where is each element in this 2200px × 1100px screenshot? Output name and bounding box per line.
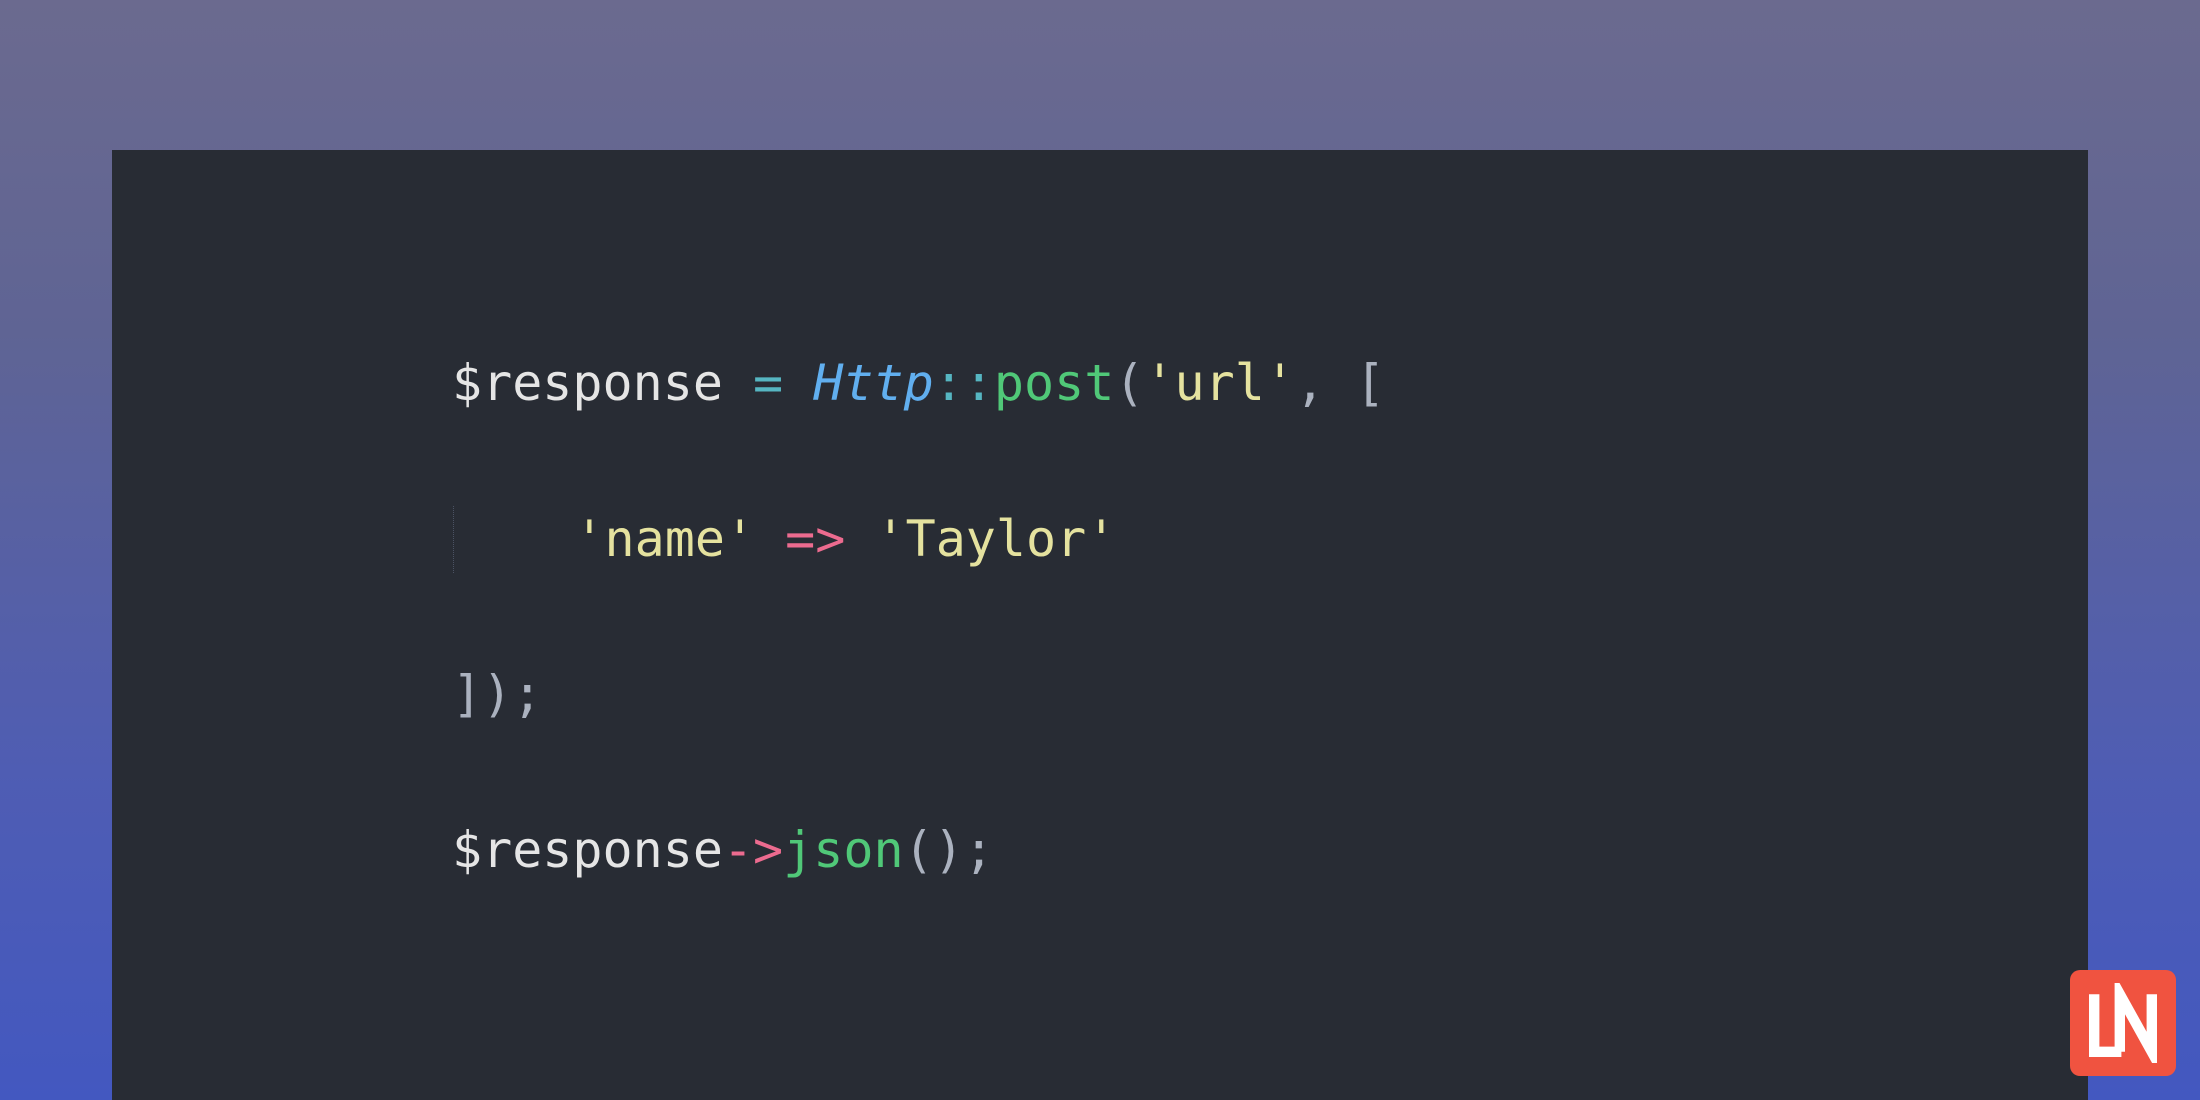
- string-token: 'name': [574, 510, 755, 568]
- code-line-2: 'name' => 'Taylor': [452, 506, 1748, 574]
- punct-token: ();: [904, 821, 994, 879]
- method-token: post: [994, 354, 1114, 412]
- method-token: json: [783, 821, 903, 879]
- space-token: [755, 510, 785, 568]
- class-token: Http: [813, 354, 933, 412]
- variable-token: $response: [452, 821, 723, 879]
- space-token: [783, 354, 813, 412]
- space-token: [723, 354, 753, 412]
- punct-token: , [: [1295, 354, 1385, 412]
- space-token: [845, 510, 875, 568]
- blank-line: [452, 729, 1748, 817]
- variable-token: $response: [452, 354, 723, 412]
- blank-line: [452, 573, 1748, 661]
- arrow-token: =>: [785, 510, 845, 568]
- paren-token: (: [1114, 354, 1144, 412]
- code-editor-panel: $response = Http::post('url', [ 'name' =…: [112, 150, 2088, 1100]
- string-token: 'Taylor': [875, 510, 1116, 568]
- punct-token: ]);: [452, 665, 542, 723]
- operator-token: =: [753, 354, 783, 412]
- blank-line: [452, 418, 1748, 506]
- indent-guide: [453, 506, 574, 574]
- code-line-3: ]);: [452, 661, 1748, 729]
- indent-token: [454, 510, 574, 568]
- logo-badge: [2070, 970, 2176, 1076]
- scope-token: ::: [934, 354, 994, 412]
- thin-arrow-token: ->: [723, 821, 783, 879]
- ln-logo-icon: [2083, 983, 2163, 1063]
- string-token: 'url': [1144, 354, 1295, 412]
- code-line-4: $response->json();: [452, 817, 1748, 885]
- code-line-1: $response = Http::post('url', [: [452, 350, 1748, 418]
